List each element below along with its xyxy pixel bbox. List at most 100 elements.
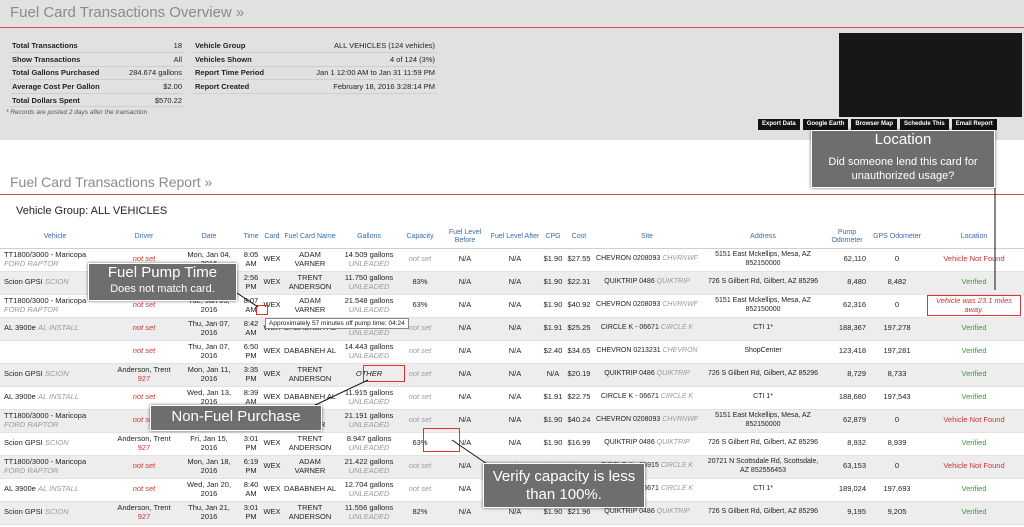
cell-address[interactable]: CTI 1* [702,478,824,502]
cell-driver[interactable]: not set [110,340,178,364]
cell-site[interactable]: CHEVRON 0208093 CHVRNWF [592,294,702,318]
site-name: QUIKTRIP 0486 [604,508,655,516]
cell-gallons: 21.422 gallons UNLEADED [338,455,400,479]
cell-address[interactable]: 726 S Gilbert Rd, Gilbert, AZ 85296 [702,271,824,295]
cell-location[interactable]: Verified [924,317,1024,341]
summary-row: Total Dollars Spent $570.22 [10,93,184,108]
cell-location[interactable]: Verified [924,386,1024,410]
cell-vehicle [0,340,110,364]
site-brand: CIRCLE K [660,462,694,470]
capacity-value: not set [408,346,432,356]
time-meridiem: AM [245,258,257,268]
overview-title[interactable]: Fuel Card Transactions Overview » [10,4,244,21]
cell-gps-odometer: 197,278 [870,317,924,341]
cell-site[interactable]: CHEVRON 0208093 CHVRNWF [592,409,702,433]
cell-site[interactable]: CHEVRON 0213231 CHEVRON [592,340,702,364]
cell-pump-odometer: 189,024 [824,478,870,502]
cell-capacity: 63% [400,294,440,318]
col-driver[interactable]: Driver [110,226,178,249]
export-data-button[interactable]: Export Data [758,119,800,130]
cell-fa: N/A [490,409,540,433]
col-fuel-level-after[interactable]: Fuel Level After [490,226,540,249]
cell-address[interactable]: 20721 N Scottsdale Rd, Scottsdale, AZ 85… [702,455,824,479]
cell-pump-odometer: 62,316 [824,294,870,318]
summary-row: Average Cost Per Gallon $2.00 [10,79,184,94]
location-status: Verified [961,277,987,287]
col-location[interactable]: Location [924,226,1024,249]
col-card[interactable]: Card [262,226,282,249]
cell-address[interactable]: 726 S Gilbert Rd, Gilbert, AZ 85296 [702,432,824,456]
table-row[interactable]: AL 3900e AL INSTALL not set Thu, Jan 07, 20… [0,317,1024,341]
cell-time: 8:42 AM [240,317,262,341]
driver-name: not set [132,461,156,471]
cell-location[interactable]: Verified [924,432,1024,456]
cell-address[interactable]: ShopCenter [702,340,824,364]
col-time[interactable]: Time [240,226,262,249]
other-highlight [363,365,405,382]
cell-address[interactable]: CTI 1* [702,317,824,341]
col-address[interactable]: Address [702,226,824,249]
cell-address[interactable]: CTI 1* [702,386,824,410]
cell-address[interactable]: 5151 East Mckellips, Mesa, AZ 852150000 [702,248,824,272]
date-year: 2016 [200,350,218,360]
col-date[interactable]: Date [178,226,240,249]
driver-id: 927 [137,511,151,521]
col-gallons[interactable]: Gallons [338,226,400,249]
cell-cpg: $1.90 [540,248,566,272]
google-earth-button[interactable]: Google Earth [802,119,849,130]
cell-vehicle: Scion GPSI SCION [0,432,110,456]
schedule-this-button[interactable]: Schedule This [900,119,949,130]
date-year: 2016 [200,304,218,314]
cell-driver[interactable]: Anderson, Trent 927 [110,363,178,387]
cell-address[interactable]: 5151 East Mckellips, Mesa, AZ 852150000 [702,294,824,318]
browser-map-button[interactable]: Browser Map [851,119,898,130]
report-title[interactable]: Fuel Card Transactions Report » [10,174,212,190]
col-fuel-card-name[interactable]: Fuel Card Name [282,226,338,249]
cell-driver[interactable]: Anderson, Trent 927 [110,432,178,456]
col-pump-odometer[interactable]: Pump Odometer [824,226,870,249]
cell-driver[interactable]: not set [110,455,178,479]
table-row[interactable]: not set Thu, Jan 07, 2016 6:50 PM WEX DABABNEH… [0,340,1024,364]
cell-location[interactable]: Verified [924,271,1024,295]
cell-time: 3:01 PM [240,432,262,456]
cell-address[interactable]: 726 S Gilbert Rd, Gilbert, AZ 85296 [702,363,824,387]
col-cpg[interactable]: CPG [540,226,566,249]
cell-time: 6:19 PM [240,455,262,479]
site-brand: CHVRNWF [662,416,698,424]
cell-address[interactable]: 5151 East Mckellips, Mesa, AZ 852150000 [702,409,824,433]
cell-driver[interactable]: Anderson, Trent 927 [110,501,178,525]
cell-location[interactable]: Verified [924,478,1024,502]
col-site[interactable]: Site [592,226,702,249]
cell-driver[interactable]: not set [110,317,178,341]
cell-cost: $20.19 [566,363,592,387]
cell-location[interactable]: Verified [924,340,1024,364]
cell-location[interactable]: Vehicle was 23.1 miles away. [924,294,1024,318]
cell-fa: N/A [490,248,540,272]
fuel-type: UNLEADED [348,465,390,475]
cell-site[interactable]: QUIKTRIP 0486 QUIKTRIP [592,432,702,456]
capacity-value: not set [408,323,432,333]
site-name: CIRCLE K - 06671 [600,393,659,401]
cell-site[interactable]: CHEVRON 0208093 CHVRNWF [592,248,702,272]
table-row[interactable]: Scion GPSI SCION Anderson, Trent 927 Fri, J… [0,432,1024,456]
cell-site[interactable]: CIRCLE K - 06671 CIRCLE K [592,317,702,341]
col-gps-odometer[interactable]: GPS Odometer [870,226,924,249]
cell-site[interactable]: QUIKTRIP 0486 QUIKTRIP [592,363,702,387]
email-report-button[interactable]: Email Report [951,119,997,130]
map-thumbnail[interactable] [839,33,1022,117]
cell-driver[interactable]: not set [110,478,178,502]
col-cost[interactable]: Cost [566,226,592,249]
cell-site[interactable]: QUIKTRIP 0486 QUIKTRIP [592,271,702,295]
col-vehicle[interactable]: Vehicle [0,226,110,249]
cell-location[interactable]: Vehicle Not Found [924,455,1024,479]
cell-location[interactable]: Verified [924,501,1024,525]
col-fuel-level-before[interactable]: Fuel Level Before [440,226,490,249]
cell-location[interactable]: Verified [924,363,1024,387]
cell-site[interactable]: CIRCLE K - 06671 CIRCLE K [592,386,702,410]
col-capacity[interactable]: Capacity [400,226,440,249]
cell-location[interactable]: Vehicle Not Found [924,409,1024,433]
table-row[interactable]: Scion GPSI SCION Anderson, Trent 927 Mon, J… [0,363,1024,387]
cell-location[interactable]: Vehicle Not Found [924,248,1024,272]
site-brand: CIRCLE K [660,393,694,401]
cell-address[interactable]: 726 S Gilbert Rd, Gilbert, AZ 85296 [702,501,824,525]
